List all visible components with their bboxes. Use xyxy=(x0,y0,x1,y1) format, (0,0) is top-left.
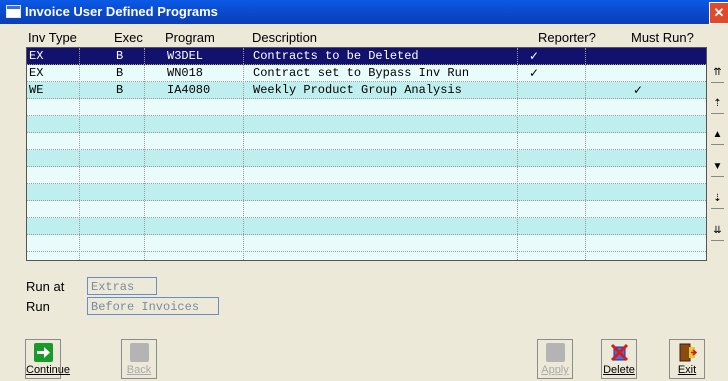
table-row-empty[interactable] xyxy=(27,167,706,184)
apply-button[interactable]: Apply xyxy=(537,339,573,379)
run-field[interactable]: Before Invoices xyxy=(87,297,219,315)
col-header-exec[interactable]: Exec xyxy=(114,30,143,45)
continue-label: Continue xyxy=(26,364,71,376)
apply-icon xyxy=(546,343,565,362)
cell-exec: B xyxy=(116,49,124,63)
close-button[interactable]: ✕ xyxy=(709,2,728,24)
col-header-reporter[interactable]: Reporter? xyxy=(538,30,596,45)
cell-inv-type: EX xyxy=(29,49,44,63)
table-row-empty[interactable] xyxy=(27,218,706,235)
continue-arrow-icon xyxy=(34,343,53,362)
title-bar: Invoice User Defined Programs ✕ xyxy=(0,0,728,24)
cell-reporter-check[interactable]: ✓ xyxy=(529,49,539,64)
scroll-page-down-icon[interactable]: ⇣ xyxy=(707,189,728,209)
table-row-empty[interactable] xyxy=(27,116,706,133)
cell-reporter-check[interactable]: ✓ xyxy=(529,66,539,81)
col-header-description[interactable]: Description xyxy=(252,30,317,45)
cell-description: Contracts to be Deleted xyxy=(253,49,419,63)
column-divider xyxy=(79,48,80,260)
exit-label: Exit xyxy=(677,364,697,376)
table-row-empty[interactable] xyxy=(27,133,706,150)
scroll-bottom-icon[interactable]: ⇊ xyxy=(707,221,728,241)
apply-label: Apply xyxy=(541,364,569,376)
programs-grid[interactable]: EX B W3DEL Contracts to be Deleted ✓ EX … xyxy=(26,47,707,261)
table-row[interactable]: EX B W3DEL Contracts to be Deleted ✓ xyxy=(27,48,706,65)
cell-exec: B xyxy=(116,83,124,97)
scroll-down-icon[interactable]: ▼ xyxy=(707,157,728,177)
table-row-empty[interactable] xyxy=(27,201,706,218)
back-icon xyxy=(130,343,149,362)
column-divider xyxy=(517,48,518,260)
delete-button[interactable]: Delete xyxy=(601,339,637,379)
column-divider xyxy=(585,48,586,260)
back-button[interactable]: Back xyxy=(121,339,157,379)
cell-must-run-check[interactable]: ✓ xyxy=(633,83,643,98)
column-divider xyxy=(243,48,244,260)
table-row-empty[interactable] xyxy=(27,184,706,201)
scroll-up-icon[interactable]: ▲ xyxy=(707,125,728,145)
run-label: Run xyxy=(26,299,50,314)
back-label: Back xyxy=(126,364,152,376)
cell-program: IA4080 xyxy=(167,83,211,97)
scroll-page-up-icon[interactable]: ⇡ xyxy=(707,94,728,114)
cell-exec: B xyxy=(116,66,124,80)
run-at-label: Run at xyxy=(26,279,65,294)
table-row[interactable]: WE B IA4080 Weekly Product Group Analysi… xyxy=(27,82,706,99)
col-header-inv-type[interactable]: Inv Type xyxy=(28,30,77,45)
exit-button[interactable]: Exit xyxy=(669,339,705,379)
delete-icon xyxy=(610,343,629,362)
window-title: Invoice User Defined Programs xyxy=(25,4,218,19)
cell-program: W3DEL xyxy=(167,49,204,63)
cell-inv-type: EX xyxy=(29,66,44,80)
delete-label: Delete xyxy=(603,364,635,376)
window-icon xyxy=(6,5,21,18)
cell-program: WN018 xyxy=(167,66,204,80)
table-row-empty[interactable] xyxy=(27,235,706,252)
column-divider xyxy=(144,48,145,260)
table-row[interactable]: EX B WN018 Contract set to Bypass Inv Ru… xyxy=(27,65,706,82)
exit-door-icon xyxy=(679,343,697,362)
col-header-must-run[interactable]: Must Run? xyxy=(631,30,694,45)
scroll-top-icon[interactable]: ⇈ xyxy=(707,63,728,83)
table-row-empty[interactable] xyxy=(27,99,706,116)
cell-description: Weekly Product Group Analysis xyxy=(253,83,462,97)
grid-header: Inv Type Exec Program Description Report… xyxy=(26,26,728,46)
continue-button[interactable]: Continue xyxy=(25,339,71,379)
table-row-empty[interactable] xyxy=(27,150,706,167)
run-at-field[interactable]: Extras xyxy=(87,277,157,295)
grid-scroll-controls: ⇈ ⇡ ▲ ▼ ⇣ ⇊ xyxy=(707,63,728,247)
col-header-program[interactable]: Program xyxy=(165,30,215,45)
cell-description: Contract set to Bypass Inv Run xyxy=(253,66,470,80)
cell-inv-type: WE xyxy=(29,83,44,97)
